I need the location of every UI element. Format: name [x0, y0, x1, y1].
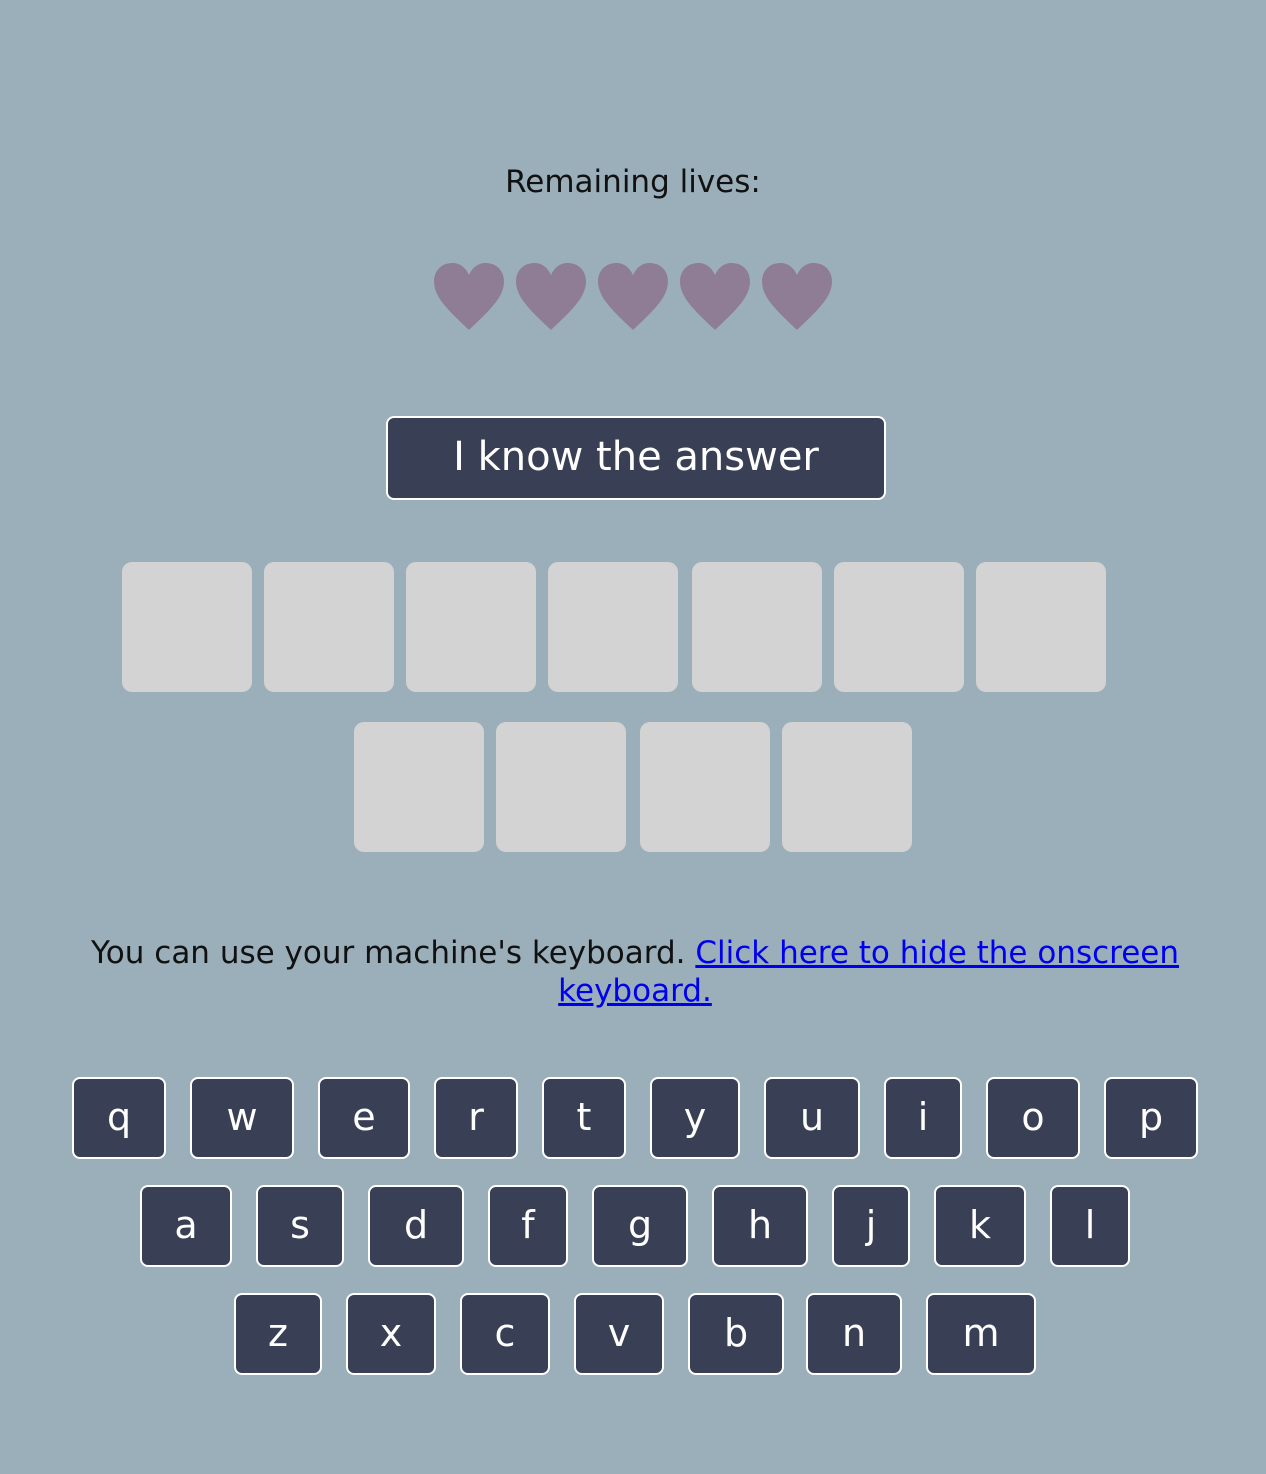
- key-a[interactable]: a: [140, 1185, 232, 1267]
- letter-tile: [122, 562, 252, 692]
- key-h[interactable]: h: [712, 1185, 808, 1267]
- heart-icon: [762, 263, 832, 330]
- key-u[interactable]: u: [764, 1077, 860, 1159]
- letter-tile: [548, 562, 678, 692]
- key-m[interactable]: m: [926, 1293, 1036, 1375]
- letter-tile: [354, 722, 484, 852]
- letter-tile: [496, 722, 626, 852]
- key-i[interactable]: i: [884, 1077, 962, 1159]
- key-p[interactable]: p: [1104, 1077, 1198, 1159]
- key-n[interactable]: n: [806, 1293, 902, 1375]
- key-x[interactable]: x: [346, 1293, 436, 1375]
- key-o[interactable]: o: [986, 1077, 1080, 1159]
- key-f[interactable]: f: [488, 1185, 568, 1267]
- key-l[interactable]: l: [1050, 1185, 1130, 1267]
- keyboard-note: You can use your machine's keyboard. Cli…: [60, 934, 1210, 1010]
- key-r[interactable]: r: [434, 1077, 518, 1159]
- letter-tile: [782, 722, 912, 852]
- key-v[interactable]: v: [574, 1293, 664, 1375]
- key-y[interactable]: y: [650, 1077, 740, 1159]
- letter-tile: [692, 562, 822, 692]
- i-know-the-answer-button[interactable]: I know the answer: [386, 416, 886, 500]
- game-screen: Remaining lives: I know the answer You c…: [0, 0, 1266, 1474]
- key-c[interactable]: c: [460, 1293, 550, 1375]
- key-q[interactable]: q: [72, 1077, 166, 1159]
- key-b[interactable]: b: [688, 1293, 784, 1375]
- key-d[interactable]: d: [368, 1185, 464, 1267]
- key-z[interactable]: z: [234, 1293, 322, 1375]
- key-g[interactable]: g: [592, 1185, 688, 1267]
- letter-tile: [640, 722, 770, 852]
- keyboard-note-text: You can use your machine's keyboard.: [90, 935, 696, 971]
- key-j[interactable]: j: [832, 1185, 910, 1267]
- lives-hearts: [431, 258, 841, 342]
- heart-icon: [598, 263, 668, 330]
- key-s[interactable]: s: [256, 1185, 344, 1267]
- key-k[interactable]: k: [934, 1185, 1026, 1267]
- remaining-lives-label: Remaining lives:: [505, 164, 761, 200]
- letter-tile: [406, 562, 536, 692]
- heart-icon: [516, 263, 586, 330]
- letter-tile: [976, 562, 1106, 692]
- key-e[interactable]: e: [318, 1077, 410, 1159]
- key-w[interactable]: w: [190, 1077, 294, 1159]
- letter-tile: [834, 562, 964, 692]
- heart-icon: [680, 263, 750, 330]
- key-t[interactable]: t: [542, 1077, 626, 1159]
- letter-tile: [264, 562, 394, 692]
- heart-icon: [434, 263, 504, 330]
